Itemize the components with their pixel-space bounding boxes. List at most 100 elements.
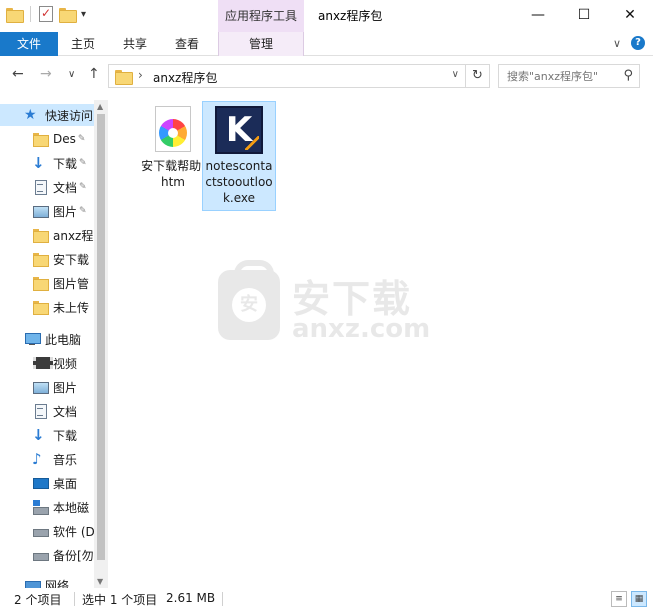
forward-button[interactable]: → [40,66,52,82]
scrollbar-thumb[interactable] [97,114,105,560]
drive-icon [32,523,49,539]
up-button[interactable]: ↑ [88,66,100,82]
search-input[interactable] [499,65,617,87]
scroll-down-icon[interactable]: ▼ [97,577,103,586]
folder-icon [32,299,49,315]
title-bar: ▾ 应用程序工具 anxz程序包 — ☐ ✕ [0,0,653,32]
scroll-up-icon[interactable]: ▲ [97,102,103,111]
sidebar-item-label: 桌面 [53,476,78,491]
selection-count: 选中 1 个项目 [82,593,158,607]
sidebar-item-pc-documents[interactable]: 文档 [0,400,94,422]
sidebar-item-software-drive[interactable]: 软件 (D [0,520,94,542]
desktop-icon [32,475,49,491]
navigation-bar: ← → ∨ ↑ › anxz程序包 ∨ ↻ ⚲ [0,58,653,94]
folder-icon [115,70,133,85]
tab-share[interactable]: 共享 [114,32,156,56]
sidebar-item-label: 图片管 [53,276,90,291]
maximize-button[interactable]: ☐ [561,0,607,32]
star-icon: ★ [24,107,37,123]
folder-icon [32,227,49,243]
logo-stripe [245,136,259,150]
pictures-icon [32,203,49,219]
help-icon[interactable]: ? [631,36,645,50]
watermark-en: anxz.com [292,314,431,344]
details-view-icon[interactable]: ≡ [611,591,627,607]
sidebar-item-backup-drive[interactable]: 备份[勿 [0,544,94,566]
window-title: anxz程序包 [318,9,383,23]
breadcrumb-chevron-icon[interactable]: › [138,68,143,82]
search-box[interactable]: ⚲ [498,64,640,88]
download-icon: ↓ [32,426,45,444]
sidebar-item-label: 下载 [53,428,78,443]
sidebar-item-anxiazai[interactable]: 安下载 [0,248,94,270]
sidebar-item-music[interactable]: ♪ 音乐 [0,448,94,470]
file-item-exe[interactable]: K notescontactstooutlook.exe [202,101,276,211]
back-button[interactable]: ← [12,66,24,82]
document-icon [32,403,48,419]
chevron-down-icon[interactable]: ∨ [613,37,621,50]
minimize-button[interactable]: — [515,0,561,32]
view-switcher: ≡ ▦ [611,591,647,607]
address-dropdown-icon[interactable]: ∨ [452,69,459,80]
tab-view[interactable]: 查看 [166,32,208,56]
tab-manage[interactable]: 管理 [218,32,304,56]
sidebar-item-label: 下载 [53,156,78,171]
sidebar-item-label: 视频 [53,356,78,371]
sidebar-item-this-pc[interactable]: 此电脑 [0,328,94,350]
browser-logo [159,119,187,147]
properties-icon[interactable] [39,6,53,22]
sidebar-scrollbar[interactable]: ▲ ▼ [94,100,108,588]
sidebar-item-local-disk[interactable]: 本地磁 [0,496,94,518]
search-icon[interactable]: ⚲ [623,68,633,83]
sidebar-item-pictures[interactable]: 图片 ✎ [0,200,94,222]
status-divider [222,592,223,606]
context-tab-header: 应用程序工具 [218,0,304,32]
address-bar[interactable]: › anxz程序包 ∨ [108,64,466,88]
sidebar-item-pc-downloads[interactable]: ↓ 下载 [0,424,94,446]
sidebar-item-picture-manager[interactable]: 图片管 [0,272,94,294]
large-icons-view-icon[interactable]: ▦ [631,591,647,607]
sidebar-item-label: 快速访问 [45,108,94,123]
folder-icon[interactable] [6,7,24,23]
sidebar-item-pc-pictures[interactable]: 图片 [0,376,94,398]
sidebar-item-label: 文档 [53,404,78,419]
refresh-button[interactable]: ↻ [466,64,490,88]
new-folder-icon[interactable] [59,7,77,23]
recent-locations-button[interactable]: ∨ [68,69,75,80]
pictures-icon [32,379,49,395]
close-button[interactable]: ✕ [607,0,653,32]
breadcrumb-current[interactable]: anxz程序包 [153,69,217,86]
sidebar-item-anxz[interactable]: anxz程 [0,224,94,246]
sidebar-item-network[interactable]: 网络 [0,574,94,588]
selection-size: 2.61 MB [166,591,216,605]
sidebar-item-quick-access[interactable]: ★ 快速访问 [0,104,94,126]
bag-logo-icon: 安 [218,260,280,340]
quick-access-toolbar: ▾ [6,6,86,23]
sidebar-item-label: 备份[勿 [53,548,94,563]
sidebar-item-label: 本地磁 [53,500,90,515]
pin-icon: ✎ [77,134,86,144]
qat-dropdown-icon[interactable]: ▾ [81,9,86,20]
computer-icon [24,331,41,347]
sidebar-item-label: 音乐 [53,452,78,467]
pin-icon: ✎ [79,182,87,192]
sidebar-item-documents[interactable]: 文档 ✎ [0,176,94,198]
pin-icon: ✎ [79,206,87,216]
item-count: 2 个项目 [14,593,62,607]
sidebar-item-desktop-pc[interactable]: 桌面 [0,472,94,494]
sidebar-item-videos[interactable]: 视频 [0,352,94,374]
file-item-htm[interactable]: 安下载帮助.htm [136,102,210,194]
sidebar-item-not-uploaded[interactable]: 未上传 [0,296,94,318]
tab-home[interactable]: 主页 [62,32,104,56]
sidebar-item-desktop[interactable]: Des ✎ [0,128,94,150]
sidebar-item-downloads[interactable]: ↓ 下载 ✎ [0,152,94,174]
sidebar-item-label: 网络 [45,578,70,589]
folder-icon [32,131,49,147]
tab-file[interactable]: 文件 [0,32,58,56]
navigation-pane: ★ 快速访问 Des ✎ ↓ 下载 ✎ 文档 ✎ 图片 ✎ anxz程 安下载 … [0,100,108,588]
download-icon: ↓ [32,154,45,172]
sidebar-item-label: 图片 [53,204,78,219]
music-icon: ♪ [32,450,42,468]
ribbon-tabs: 文件 主页 共享 查看 管理 ∨ ? [0,32,653,56]
pin-icon: ✎ [79,158,87,168]
